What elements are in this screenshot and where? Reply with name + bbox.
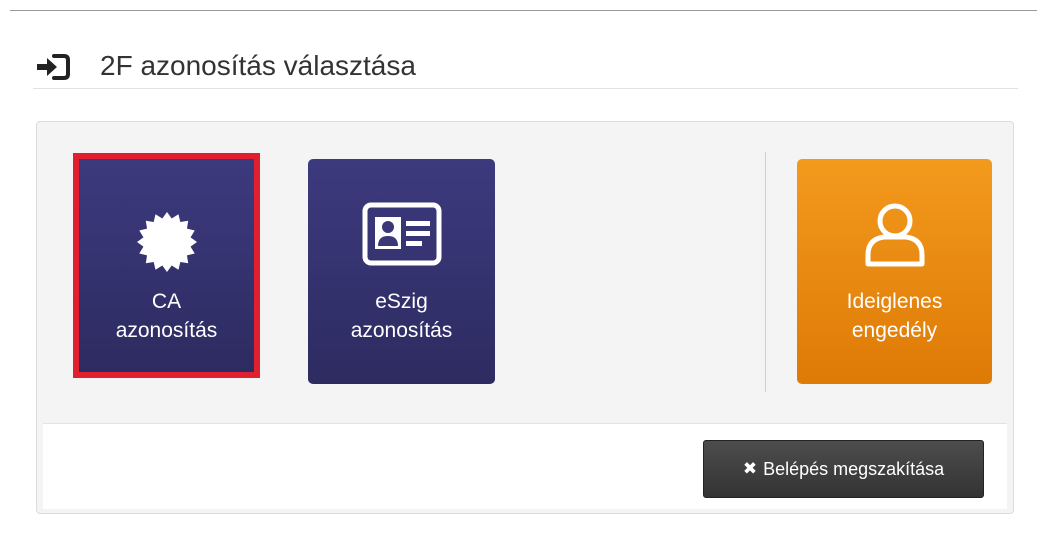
auth-method-panel: CA azonosítás eSzig azonosítás Ideiglene… [36,121,1014,514]
temporary-permit-tile[interactable]: Ideiglenes engedély [797,159,992,384]
ca-auth-label-line1: CA [151,290,182,313]
ca-auth-tile[interactable]: CA azonosítás [73,153,260,378]
close-icon: ✖ [742,459,758,478]
page-title: 2F azonosítás választása [100,50,416,81]
sign-in-icon [37,54,70,80]
eszig-auth-label-line2: azonosítás [350,319,453,342]
user-icon [865,203,924,267]
panel-footer: ✖ Belépés megszakítása [43,423,1007,509]
eszig-auth-label-line1: eSzig [375,290,428,313]
ca-auth-label-line2: azonosítás [115,319,218,342]
temporary-permit-label-line1: Ideiglenes [846,290,943,313]
id-card-icon [362,202,441,266]
page-header: 2F azonosítás választása [33,48,1018,89]
top-rule [10,10,1037,11]
temporary-permit-label-line2: engedély [851,319,938,342]
cancel-login-label: Belépés megszakítása [763,458,945,479]
panel-divider [765,152,766,392]
eszig-auth-tile[interactable]: eSzig azonosítás [308,159,495,384]
certificate-badge-icon [136,212,197,272]
cancel-login-button[interactable]: ✖ Belépés megszakítása [703,440,984,498]
